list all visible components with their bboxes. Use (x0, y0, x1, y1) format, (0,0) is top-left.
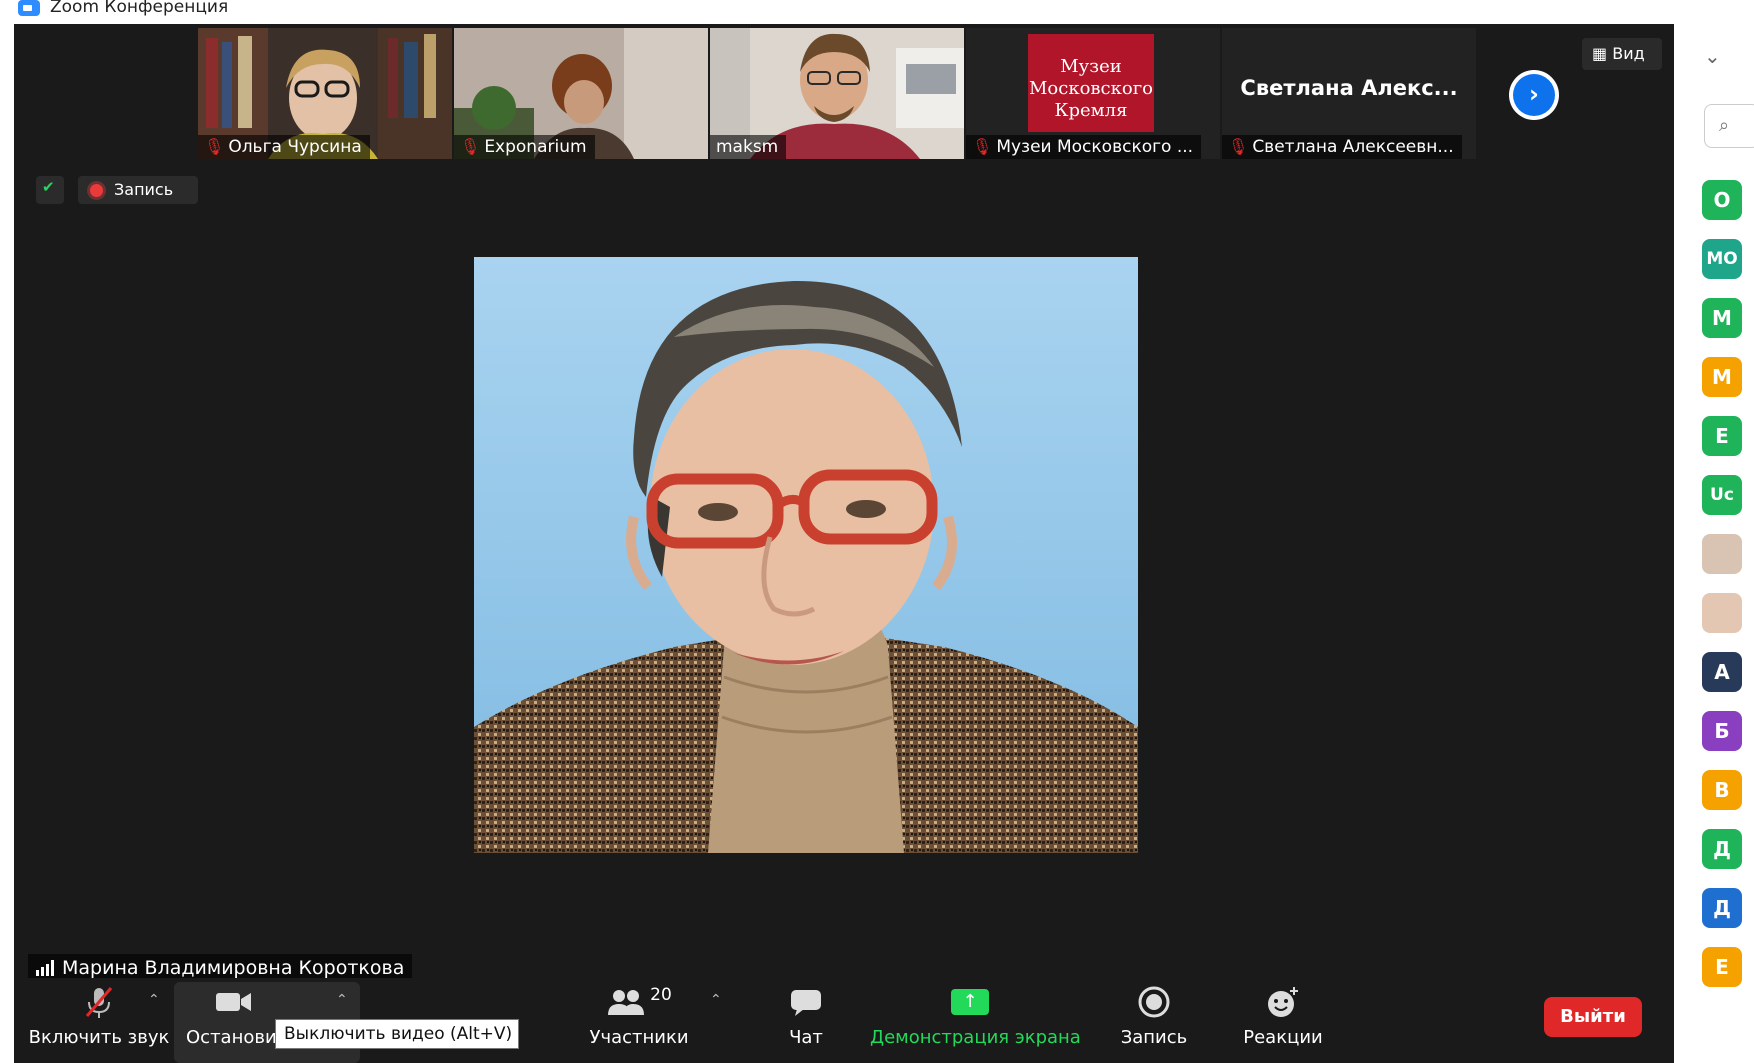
reactions-button[interactable]: Реакции (1228, 978, 1338, 1063)
participant-avatar[interactable]: Б (1702, 711, 1742, 751)
active-speaker-video (474, 257, 1138, 853)
participants-button[interactable]: 20 Участники (584, 978, 694, 1063)
record-button[interactable]: Запись (1104, 978, 1204, 1063)
participants-count: 20 (650, 985, 672, 1005)
museum-logo: Музеи Московского Кремля (1028, 34, 1154, 132)
meeting-toolbar: Включить звук ⌃ Остановит ⌃ 20 Участники… (14, 978, 1674, 1063)
participants-options-caret[interactable]: ⌃ (710, 992, 722, 1008)
chat-bubble-icon (766, 978, 846, 1026)
participant-avatar[interactable]: В (1702, 770, 1742, 810)
video-tooltip: Выключить видео (Alt+V) (275, 1019, 519, 1049)
smiley-plus-icon (1228, 978, 1338, 1026)
share-screen-button[interactable]: ↑ Демонстрация экрана (870, 978, 1081, 1063)
window-title: Zoom Конференция (50, 0, 229, 17)
search-icon[interactable]: ⌕ (1704, 104, 1754, 148)
unmute-button[interactable]: Включить звук (24, 978, 174, 1063)
mic-muted-icon: 🎙 (204, 137, 225, 156)
participant-name: 🎙 Ольга Чурсина (198, 135, 370, 159)
participant-avatar[interactable]: А (1702, 652, 1742, 692)
chat-button[interactable]: Чат (766, 978, 846, 1063)
share-screen-icon: ↑ (870, 978, 1070, 1026)
title-bar: Zoom Конференция (0, 0, 1754, 24)
participant-avatar[interactable] (1702, 534, 1742, 574)
participant-avatar[interactable]: Е (1702, 416, 1742, 456)
meeting-stage: 🎙 Ольга Чурсина 🎙 Exponarium maksm Музеи… (14, 24, 1674, 1063)
video-options-caret[interactable]: ⌃ (336, 992, 348, 1008)
participant-avatar[interactable]: Д (1702, 888, 1742, 928)
participant-avatar[interactable]: М (1702, 357, 1742, 397)
participant-thumbnail[interactable]: Музеи Московского Кремля 🎙 Музеи Московск… (966, 28, 1220, 159)
mic-muted-icon: 🎙 (460, 137, 481, 156)
recording-indicator[interactable]: Запись (78, 176, 198, 204)
participant-thumbnail[interactable]: 🎙 Exponarium (454, 28, 708, 159)
participant-thumbnail[interactable]: Светлана Алекс... 🎙 Светлана Алексеевн... (1222, 28, 1476, 159)
participant-display-name: Светлана Алекс... (1240, 76, 1458, 100)
participant-name: 🎙 Светлана Алексеевн... (1222, 135, 1462, 159)
participants-side-panel: ⌄ ⌕ О МО М М Е Uc А Б В Д Д Е (1674, 24, 1754, 1063)
speaker-portrait (474, 280, 1138, 853)
participant-thumbnail[interactable]: maksm (710, 28, 964, 159)
participant-avatar[interactable]: О (1702, 180, 1742, 220)
signal-strength-icon (36, 960, 54, 976)
leave-button[interactable]: Выйти (1544, 997, 1642, 1037)
chevron-right-icon: › (1513, 74, 1555, 116)
participant-avatar[interactable]: М (1702, 298, 1742, 338)
grid-icon: ▦ (1592, 44, 1608, 63)
chevron-down-icon[interactable]: ⌄ (1704, 44, 1721, 68)
participant-thumbnail[interactable]: 🎙 Ольга Чурсина (198, 28, 452, 159)
mic-muted-icon: 🎙 (1228, 137, 1249, 156)
view-button[interactable]: ▦ Вид (1582, 38, 1662, 70)
participant-name: 🎙 Exponarium (454, 135, 595, 159)
record-icon (1104, 978, 1204, 1026)
security-shield-icon[interactable] (36, 176, 64, 204)
participant-avatar[interactable]: Д (1702, 829, 1742, 869)
mic-muted-icon: 🎙 (972, 137, 993, 156)
participant-avatar[interactable]: Е (1702, 947, 1742, 987)
next-page-button[interactable]: › (1509, 70, 1559, 120)
participant-avatar[interactable] (1702, 593, 1742, 633)
participant-name: maksm (710, 135, 787, 159)
zoom-logo-icon (18, 0, 40, 16)
participant-avatar[interactable]: Uc (1702, 475, 1742, 515)
audio-options-caret[interactable]: ⌃ (148, 992, 160, 1008)
participant-name: 🎙 Музеи Московского ... (966, 135, 1202, 159)
participant-avatar[interactable]: МО (1702, 239, 1742, 279)
participants-icon: 20 (584, 978, 694, 1026)
